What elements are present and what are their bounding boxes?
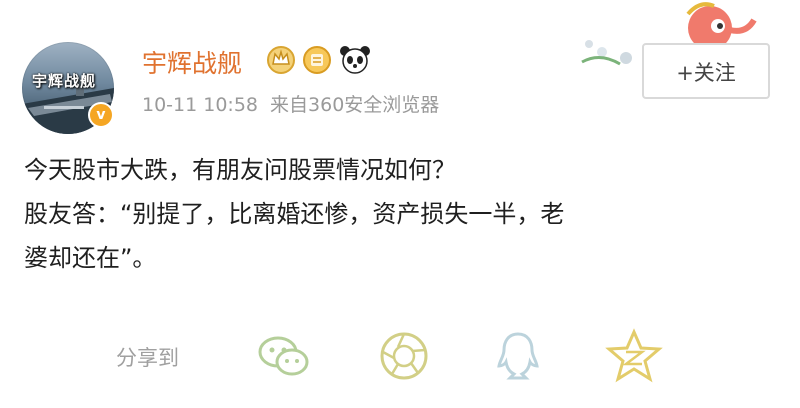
post-source[interactable]: 来自360安全浏览器 (270, 94, 439, 116)
wechat-icon[interactable] (254, 328, 314, 384)
post-line: 股友答：“别提了，比离婚还惨，资产损失一半，老 (24, 200, 565, 228)
verified-badge-icon: v (88, 102, 114, 128)
moments-icon[interactable] (374, 328, 434, 384)
follow-button[interactable]: +关注 (642, 43, 770, 99)
member-badge-icon[interactable] (302, 44, 332, 74)
crown-badge-icon[interactable] (266, 44, 296, 74)
qzone-icon[interactable] (604, 328, 664, 384)
post-line: 婆却还在”。 (24, 244, 157, 272)
panda-badge-icon[interactable] (338, 44, 372, 74)
username[interactable]: 宇辉战舰 (142, 44, 242, 80)
share-label: 分享到 (116, 346, 179, 370)
avatar-text: 宇辉战舰 (32, 72, 97, 90)
share-bar: 分享到 (0, 320, 800, 390)
post-line: 今天股市大跌，有朋友问股票情况如何？ (24, 156, 456, 184)
qq-icon[interactable] (488, 328, 548, 384)
post-meta: 10-11 10:58 来自360安全浏览器 (142, 90, 451, 117)
post-header: 宇辉战舰 v 宇辉战舰 10-11 10:58 来自360安全浏览器 +关注 (0, 0, 800, 134)
post-content: 今天股市大跌，有朋友问股票情况如何？ 股友答：“别提了，比离婚还惨，资产损失一半… (24, 148, 764, 280)
post-time: 10-11 10:58 (142, 94, 259, 116)
